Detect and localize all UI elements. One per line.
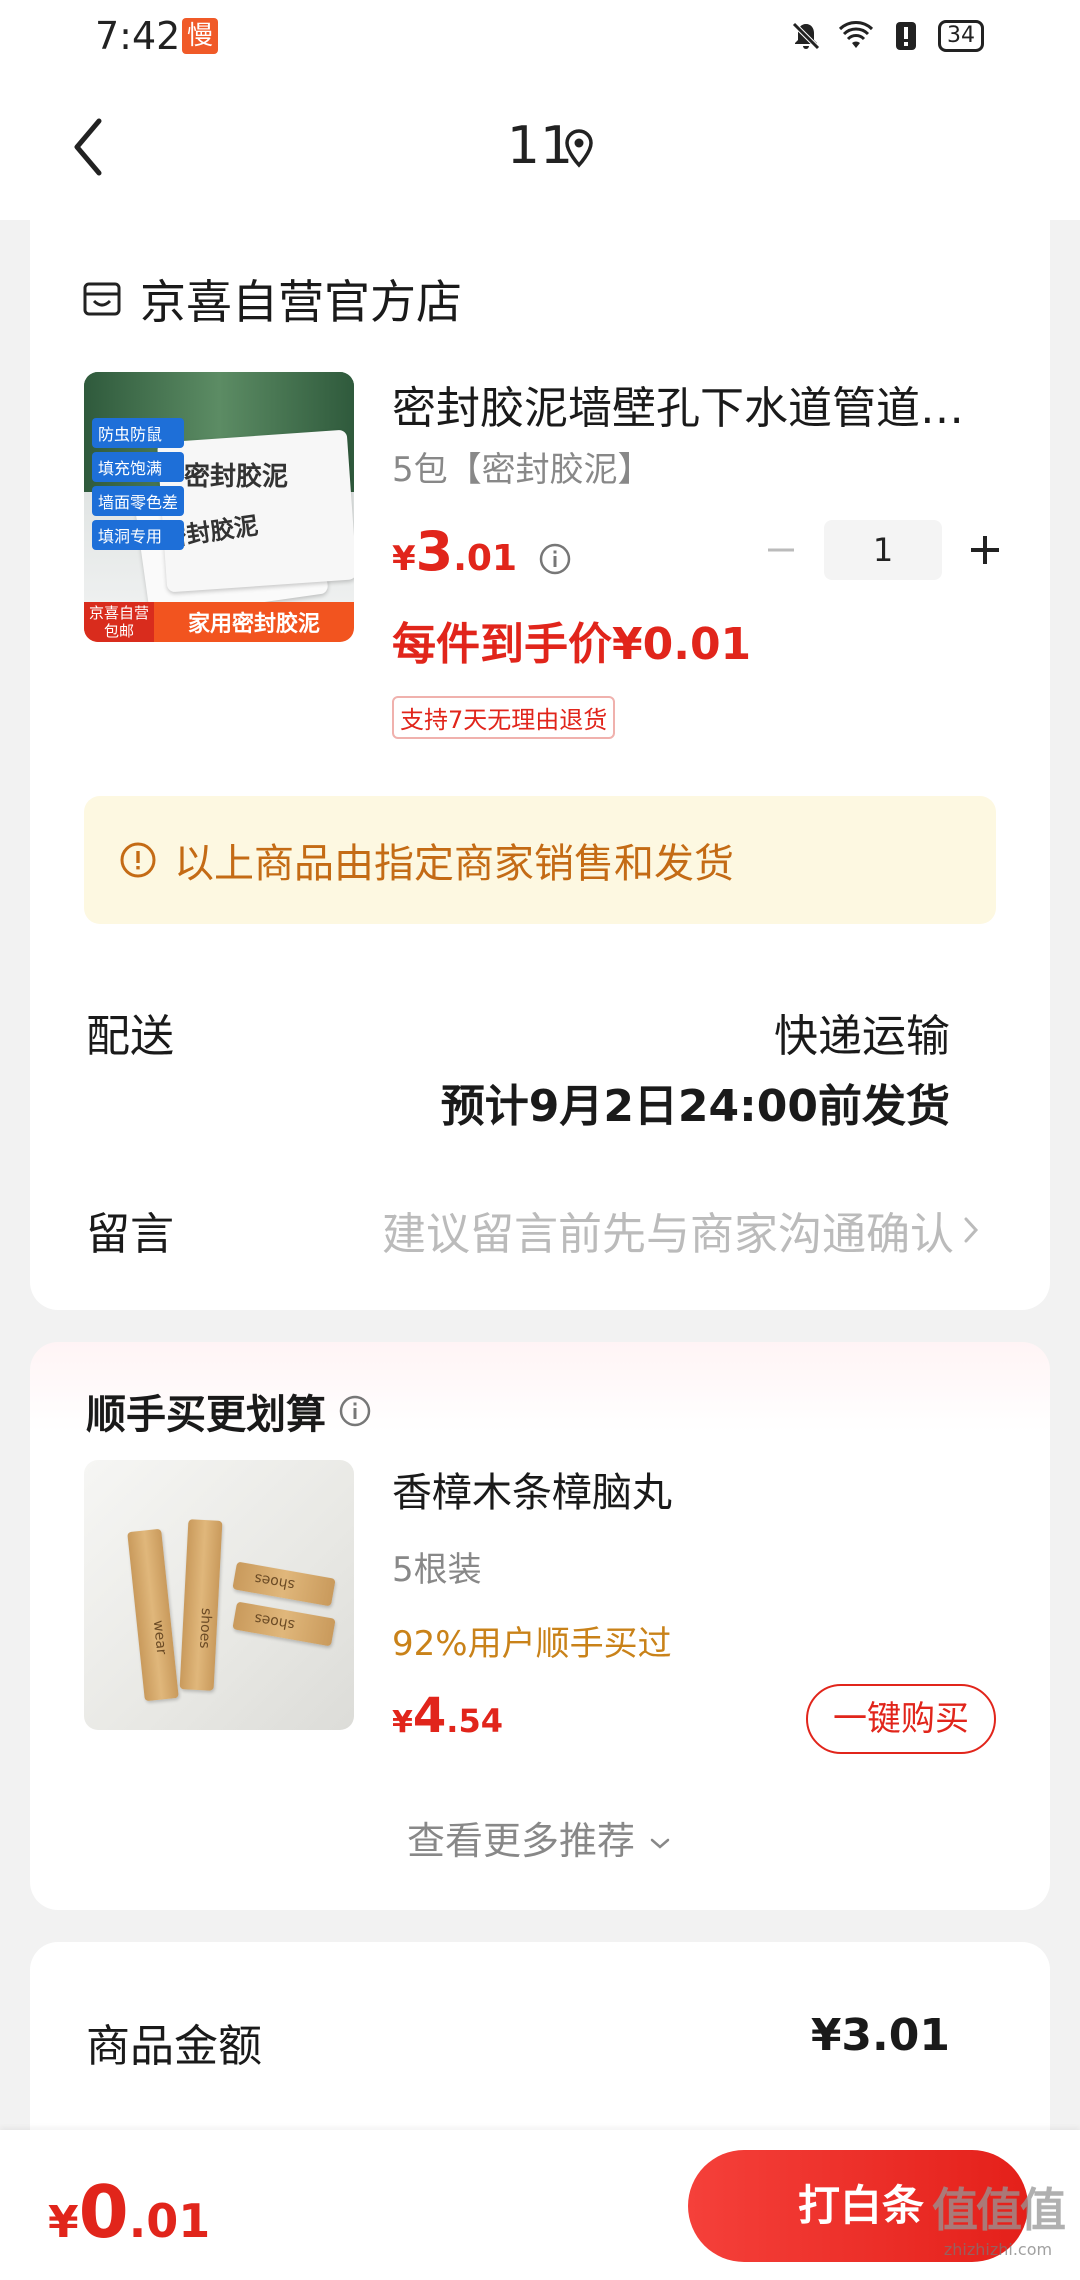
minus-icon	[768, 548, 794, 552]
return-policy-badge: 支持7天无理由退货	[392, 696, 616, 739]
message-label: 留言	[86, 1209, 174, 1260]
goods-amount-value: ¥3.01	[810, 2010, 950, 2061]
message-field[interactable]: 建议留言前先与商家沟通确认	[382, 1198, 980, 1262]
nav-bar: 11	[0, 72, 1080, 220]
recommendation-info-icon[interactable]	[338, 1394, 372, 1428]
recommendation-card: 顺手买更划算 wear shoes shoes shoes 香樟木条樟脑丸 5根…	[30, 1342, 1050, 1910]
chevron-right-icon	[964, 1217, 979, 1243]
status-bar: 7:42 慢 34	[0, 0, 1080, 72]
product-price: ¥3.01	[392, 520, 518, 583]
shipping-method[interactable]: 快递运输	[774, 1000, 950, 1064]
shipping-label: 配送	[86, 1011, 174, 1062]
store-icon	[83, 282, 121, 316]
quantity-input[interactable]: 1	[824, 520, 942, 580]
product-name[interactable]: 密封胶泥墙壁孔下水道管道空调洞堵漏封堵胶泥	[392, 372, 1002, 436]
recommendation-price: ¥4.54	[392, 1688, 503, 1744]
location-pin-icon[interactable]	[562, 128, 598, 168]
one-click-buy-button[interactable]: 一键购买	[806, 1684, 996, 1754]
recommendation-users: 92%用户顺手买过	[392, 1624, 672, 1664]
price-info-icon[interactable]	[538, 542, 572, 576]
page-title: 11	[506, 116, 574, 176]
total-price: ¥0.01	[48, 2170, 211, 2254]
product-image-title: 密封胶泥	[184, 462, 289, 492]
battery-indicator: 34	[938, 20, 984, 52]
recommendation-spec: 5根装	[392, 1550, 482, 1590]
seller-notice: 以上商品由指定商家销售和发货	[84, 796, 996, 924]
mute-icon	[788, 18, 824, 54]
shipping-eta: 预计9月2日24:00前发货	[440, 1081, 950, 1132]
order-item-card: 京喜自营官方店 密封胶泥 密封胶泥 防虫防鼠 填充饱满 墙面零色差 填洞专用 京…	[30, 220, 1050, 1310]
plus-icon	[971, 536, 999, 564]
message-placeholder: 建议留言前先与商家沟通确认	[382, 1209, 954, 1260]
watermark-logo: 值值值 zhizhizhi.com	[932, 2183, 1066, 2259]
recommendation-title: 顺手买更划算	[86, 1382, 372, 1440]
quantity-stepper: 1	[752, 520, 1014, 580]
info-icon	[120, 842, 156, 878]
product-image-tags: 防虫防鼠 填充饱满 墙面零色差 填洞专用	[92, 418, 185, 550]
status-icons: 34	[788, 16, 984, 56]
increase-quantity-button[interactable]	[956, 521, 1014, 579]
product-image-banner: 京喜自营 包邮 家用密封胶泥	[84, 602, 354, 642]
slow-network-badge: 慢	[182, 18, 218, 54]
status-time: 7:42	[95, 14, 181, 58]
checkout-bar: ¥0.01 打白条 值值值 zhizhizhi.com	[0, 2130, 1080, 2280]
seller-notice-text: 以上商品由指定商家销售和发货	[174, 841, 734, 887]
goods-amount-label: 商品金额	[86, 2021, 262, 2072]
recommendation-name[interactable]: 香樟木条樟脑丸	[392, 1460, 672, 1518]
product-spec: 5包【密封胶泥】	[392, 450, 652, 490]
chevron-down-icon	[650, 1838, 670, 1849]
decrease-quantity-button[interactable]	[752, 521, 810, 579]
more-recommendations-link[interactable]: 查看更多推荐	[30, 1810, 1050, 1865]
wifi-icon	[838, 18, 874, 54]
store-header[interactable]: 京喜自营官方店	[82, 266, 462, 332]
per-item-price: 每件到手价¥0.01	[392, 619, 752, 670]
recommendation-image[interactable]: wear shoes shoes shoes	[84, 1460, 354, 1730]
product-image[interactable]: 密封胶泥 密封胶泥 防虫防鼠 填充饱满 墙面零色差 填洞专用 京喜自营 包邮 家用…	[84, 372, 354, 642]
alert-icon	[888, 18, 924, 54]
store-name: 京喜自营官方店	[140, 275, 462, 329]
